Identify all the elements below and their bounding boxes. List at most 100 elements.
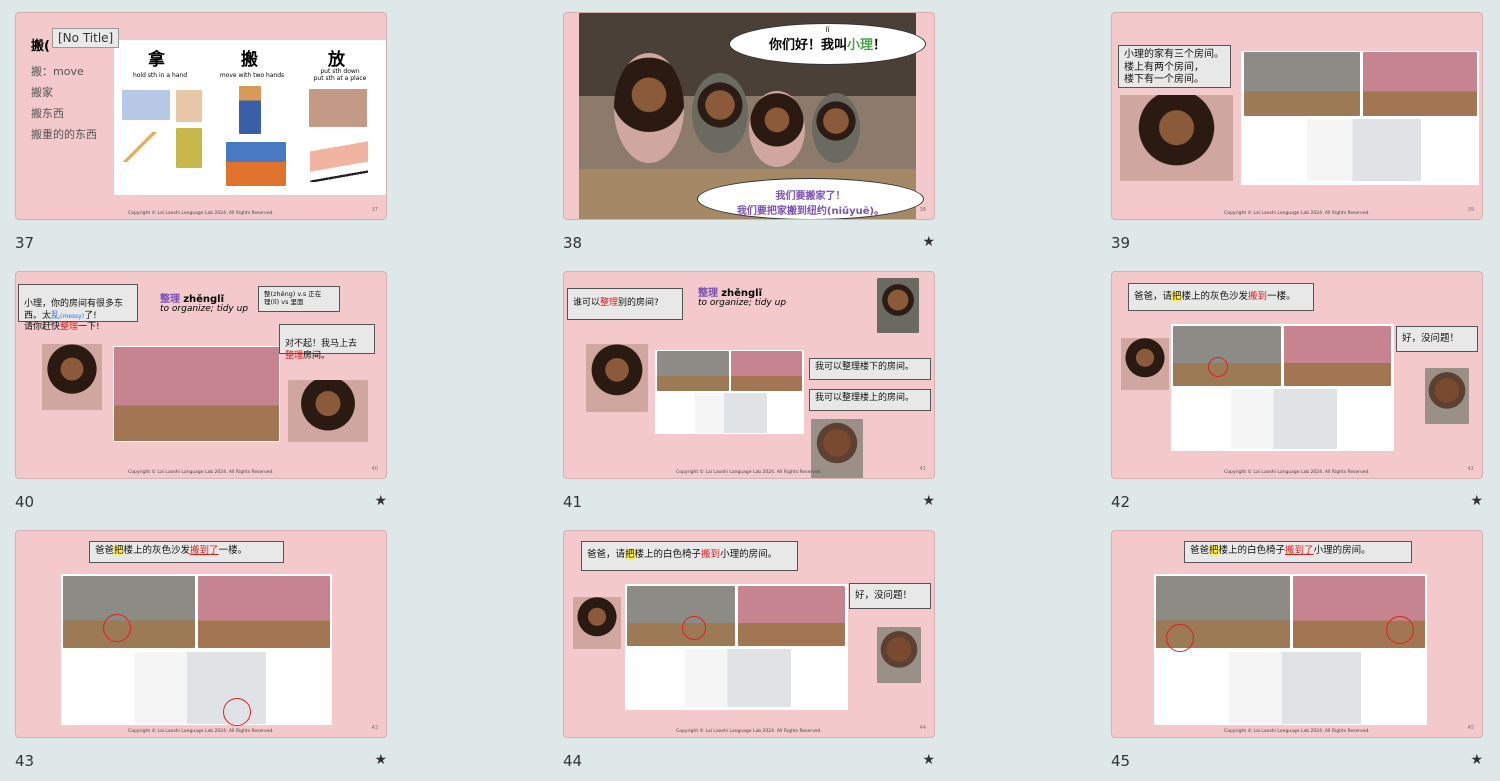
slide-cell-43[interactable]: 爸爸把楼上的灰色沙发搬到了一楼。 Copyright © Lai Laoshi … xyxy=(15,530,387,770)
slide-cell-39[interactable]: 小理的家有三个房间。 楼上有两个房间， 楼下有一个房间。 Copyright ©… xyxy=(1111,12,1483,252)
vocab-desc: put sth down put sth at a place xyxy=(313,68,367,82)
vocab-desc: move with two hands xyxy=(219,72,285,79)
slide-thumbnail-39[interactable]: 小理的家有三个房间。 楼上有两个房间， 楼下有一个房间。 Copyright ©… xyxy=(1111,12,1483,220)
slide-cell-44[interactable]: 爸爸，请把楼上的白色椅子搬到小理的房间。 好，没问题！ Copyright © … xyxy=(563,530,935,770)
slide-cell-42[interactable]: 爸爸，请把楼上的灰色沙发搬到一楼。 好，没问题！ Copyright © Lai… xyxy=(1111,271,1483,511)
father-photo xyxy=(1425,368,1469,424)
gray-room-image xyxy=(1173,326,1281,386)
bubble-text: 房间。 xyxy=(303,350,331,361)
star-icon[interactable]: ★ xyxy=(922,234,935,250)
bubble-text: 对不起！我马上去 xyxy=(285,339,358,350)
speech-bubble: 爸爸把楼上的白色椅子搬到了小理的房间。 xyxy=(1184,541,1412,563)
slide-thumbnail-43[interactable]: 爸爸把楼上的灰色沙发搬到了一楼。 Copyright © Lai Laoshi … xyxy=(15,530,387,738)
rooms-panel xyxy=(625,584,848,710)
boy-photo xyxy=(877,278,919,333)
chopsticks-image xyxy=(120,132,170,162)
pink-room-image xyxy=(1284,326,1391,386)
rooms-panel xyxy=(61,574,332,726)
hold-image xyxy=(122,90,170,120)
slide-thumbnail-45[interactable]: 爸爸把楼上的白色椅子搬到了小理的房间。 Copyright © Lai Laos… xyxy=(1111,530,1483,738)
slide-thumbnail-42[interactable]: 爸爸，请把楼上的灰色沙发搬到一楼。 好，没问题！ Copyright © Lai… xyxy=(1111,271,1483,479)
star-icon[interactable]: ★ xyxy=(374,493,387,509)
bubble-text: 爸爸，请 xyxy=(1134,291,1173,302)
bubble-text: 小理的房间。 xyxy=(1313,545,1371,556)
star-icon[interactable]: ★ xyxy=(922,493,935,509)
mother-photo xyxy=(42,344,102,410)
speech-bubble: 小理，你的房间有很多东西。太乱(messy)了! 请你赶快整理一下! xyxy=(18,284,138,332)
slide-number: 37 xyxy=(15,234,35,252)
speech-bubble: 好，没问题！ xyxy=(1396,326,1478,352)
keyword-red: 搬到了 xyxy=(1285,545,1314,556)
star-icon[interactable]: ★ xyxy=(1470,493,1483,509)
slide-cell-37[interactable]: 搬( 搬：move 搬家 搬东西 搬重的的东西 拿 hold sth in a … xyxy=(15,12,387,252)
bubble-line: 我们要搬家了！ xyxy=(775,191,846,202)
highlight-circle xyxy=(1166,624,1194,652)
carry-box-image xyxy=(239,86,261,134)
bubble-text: 爸爸 xyxy=(1190,545,1210,556)
copyright: Copyright © Lai Laoshi Language Lab 2024… xyxy=(128,729,274,734)
star-icon[interactable]: ★ xyxy=(922,752,935,768)
speech-bubble: 小理的家有三个房间。 楼上有两个房间， 楼下有一个房间。 xyxy=(1118,45,1231,88)
keyword-red: 整理 xyxy=(285,350,304,361)
slide-page-number: 38 xyxy=(919,207,926,213)
bubble-text: 楼上的白色椅子 xyxy=(1218,545,1286,556)
keyword-highlight: 把 xyxy=(625,549,635,560)
bubble-text: 别的房间? xyxy=(618,298,659,308)
keyword-red: 整理 xyxy=(60,321,79,332)
bubble-text: 一楼。 xyxy=(218,545,248,556)
slide-cell-40[interactable]: 小理，你的房间有很多东西。太乱(messy)了! 请你赶快整理一下! 整理 zh… xyxy=(15,271,387,511)
put-down-image xyxy=(309,89,367,127)
bubble-text: 一下! xyxy=(78,321,100,332)
bubble-text: 楼上的白色椅子 xyxy=(634,549,702,560)
slide-number: 45 xyxy=(1111,752,1131,770)
rooms-panel xyxy=(1241,51,1479,185)
vocab-desc: hold sth in a hand xyxy=(132,72,188,79)
moving-truck-image xyxy=(226,142,286,186)
highlight-circle xyxy=(103,614,131,642)
highlight-circle xyxy=(1386,616,1414,644)
slide-thumbnail-38[interactable]: lǐ 你们好！我叫小理！ 我们要搬家了！ 我们要把家搬到纽约(niǔyuē)。 … xyxy=(563,12,935,220)
copyright: Copyright © Lai Laoshi Language Lab 2024… xyxy=(128,470,274,475)
tooltip: [No Title] xyxy=(52,28,120,48)
slide-cell-45[interactable]: 爸爸把楼上的白色椅子搬到了小理的房间。 Copyright © Lai Laos… xyxy=(1111,530,1483,770)
slide-thumbnail-44[interactable]: 爸爸，请把楼上的白色椅子搬到小理的房间。 好，没问题！ Copyright © … xyxy=(563,530,935,738)
keyword-highlight: 把 xyxy=(1172,291,1182,302)
slide-number: 39 xyxy=(1111,234,1131,252)
keyword-red: 整理 xyxy=(600,298,619,308)
star-icon[interactable]: ★ xyxy=(374,752,387,768)
slide-page-number: 45 xyxy=(1467,725,1474,731)
white-room-image xyxy=(1307,119,1421,181)
father-photo xyxy=(877,627,921,683)
girl-photo xyxy=(288,380,368,442)
mother-photo xyxy=(614,53,684,163)
keyword-red: 搬到 xyxy=(1248,291,1268,302)
slide-number: 38 xyxy=(563,234,583,252)
slide-thumbnail-41[interactable]: 谁可以整理别的房间? 整理 zhěnglǐ to organize; tidy … xyxy=(563,271,935,479)
keyword-red: 搬到了 xyxy=(190,545,219,556)
slide-cell-41[interactable]: 谁可以整理别的房间? 整理 zhěnglǐ to organize; tidy … xyxy=(563,271,935,511)
white-room-image xyxy=(1231,389,1337,449)
bubble-text: 谁可以 xyxy=(573,298,601,308)
rooms-panel xyxy=(655,350,804,434)
slide-number: 40 xyxy=(15,493,35,511)
copyright: Copyright © Lai Laoshi Language Lab 2024… xyxy=(676,729,822,734)
slide-thumbnail-40[interactable]: 小理，你的房间有很多东西。太乱(messy)了! 请你赶快整理一下! 整理 zh… xyxy=(15,271,387,479)
white-room-image xyxy=(1229,652,1361,724)
slide-cell-38[interactable]: lǐ 你们好！我叫小理！ 我们要搬家了！ 我们要把家搬到纽约(niǔyuē)。 … xyxy=(563,12,935,252)
girl-photo xyxy=(749,91,805,167)
rooms-panel xyxy=(1154,574,1427,725)
vocab-heading: 整理 zhěnglǐ xyxy=(160,290,224,305)
bubble-text: ！ xyxy=(873,38,887,53)
slide-number: 43 xyxy=(15,752,35,770)
bubble-text: 你们好！我叫 xyxy=(768,38,847,53)
highlight-circle xyxy=(682,616,706,640)
highlight-circle xyxy=(223,698,251,726)
mother-photo xyxy=(573,597,621,649)
star-icon[interactable]: ★ xyxy=(1470,752,1483,768)
copyright: Copyright © Lai Laoshi Language Lab 2024… xyxy=(1224,211,1370,216)
slide-line: 搬重的的东西 xyxy=(31,128,97,141)
speech-bubble: 爸爸，请把楼上的灰色沙发搬到一楼。 xyxy=(1128,283,1314,311)
slide-page-number: 39 xyxy=(1467,207,1474,213)
pink-room-image xyxy=(731,351,802,391)
keyword-highlight: 把 xyxy=(114,545,124,556)
